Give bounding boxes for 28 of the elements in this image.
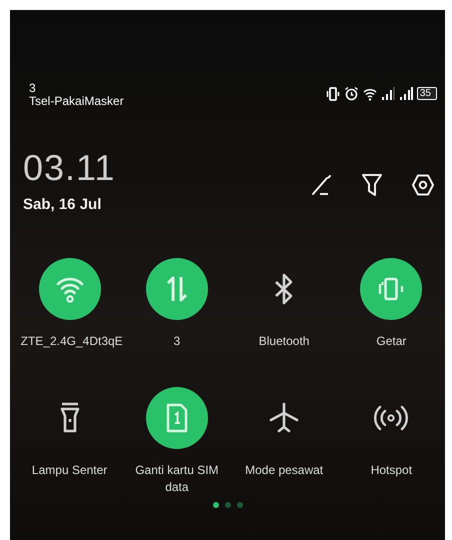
alarm-icon [344,86,359,101]
flashlight-icon [58,402,81,434]
toggle-label: Getar [375,333,408,350]
sim-card-icon [164,403,189,433]
vibrate-icon [326,86,340,100]
page-dot[interactable] [236,502,242,508]
clock-time: 03.11 [23,148,116,188]
edit-icon[interactable] [311,174,333,196]
wifi-icon [362,86,377,100]
hotspot-icon [373,405,410,431]
signal-icon [380,87,395,100]
vibrate-icon [377,275,406,303]
toggle-label: Ganti kartu SIM data [134,462,220,496]
toggle-label: Lampu Senter [30,462,108,479]
toggle-label: 3 [172,333,182,350]
battery-indicator: 35 [416,87,437,100]
date-text: Sab, 16 Jul [23,196,102,213]
carrier-name: Tsel-PakaiMasker [29,95,124,108]
page-dot[interactable] [212,502,218,508]
airplane-icon [268,402,300,434]
sim-slot: 3 [29,82,124,95]
settings-icon[interactable] [411,173,435,197]
page-dot[interactable] [224,502,230,508]
toggle-label: Hotspot [370,462,414,479]
toggle-label: Mode pesawat [244,462,324,479]
toggle-label: Bluetooth [258,333,310,350]
signal-icon [398,87,413,100]
filter-icon[interactable] [361,173,383,197]
